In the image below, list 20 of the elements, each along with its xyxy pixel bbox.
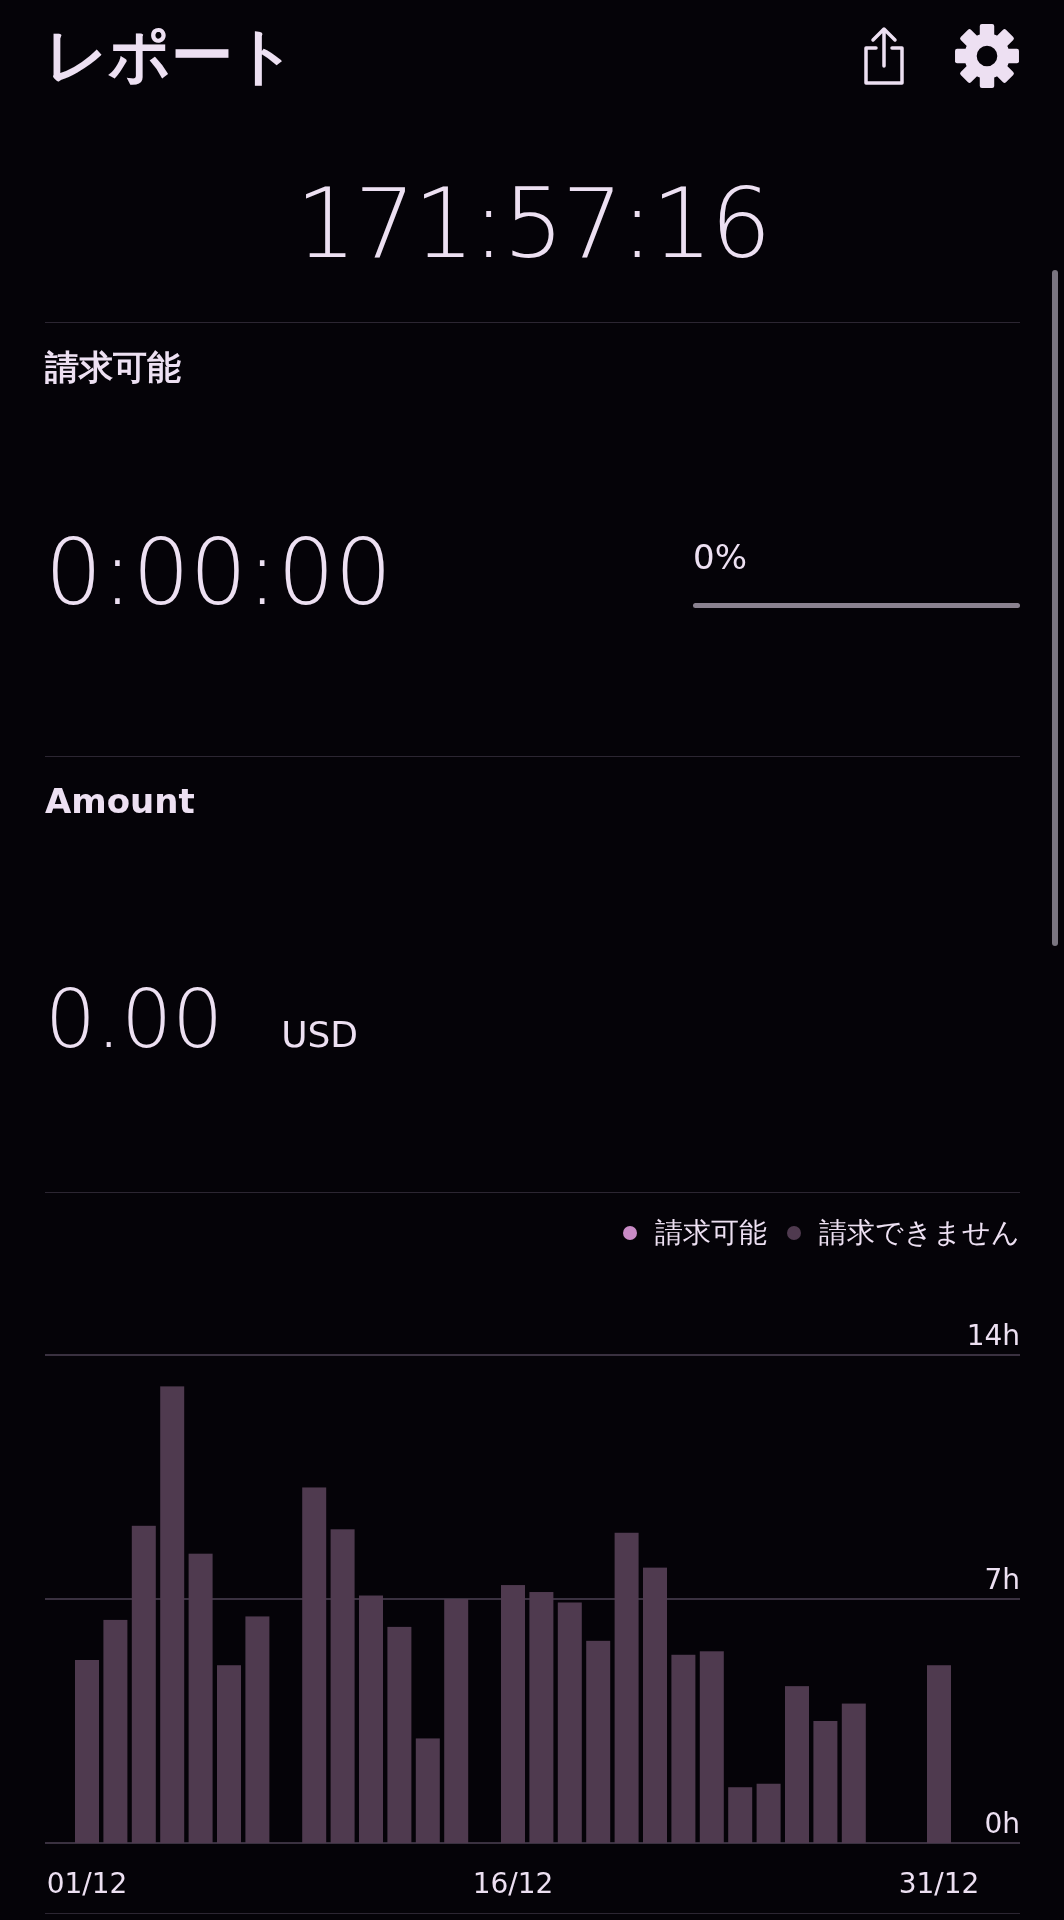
y-axis-label: 7h xyxy=(984,1563,1020,1596)
x-axis-label: 31/12 xyxy=(898,1867,980,1898)
legend-label: 請求できません xyxy=(819,1215,1020,1251)
total-time: 171:57:16 xyxy=(295,168,770,280)
billable-time: 0:00:00 xyxy=(45,520,392,625)
x-axis-label: 16/12 xyxy=(472,1867,554,1898)
amount-value: 0.00 xyxy=(45,973,224,1066)
currency-label: USD xyxy=(281,1014,359,1055)
y-axis-label: 0h xyxy=(984,1807,1020,1840)
x-axis-label: 01/12 xyxy=(46,1867,128,1898)
section-label: 請求可能 xyxy=(45,346,182,389)
percent-label: 0% xyxy=(693,537,748,577)
settings-icon[interactable] xyxy=(954,23,1020,89)
screen-title: レポート xyxy=(45,25,296,87)
legend-label: 請求可能 xyxy=(655,1215,767,1251)
chart-bar xyxy=(728,1787,753,1843)
section-label: Amount xyxy=(45,780,196,823)
y-axis-label: 14h xyxy=(966,1319,1020,1352)
chart-bar xyxy=(756,1783,781,1843)
scrollbar[interactable] xyxy=(1052,270,1058,946)
